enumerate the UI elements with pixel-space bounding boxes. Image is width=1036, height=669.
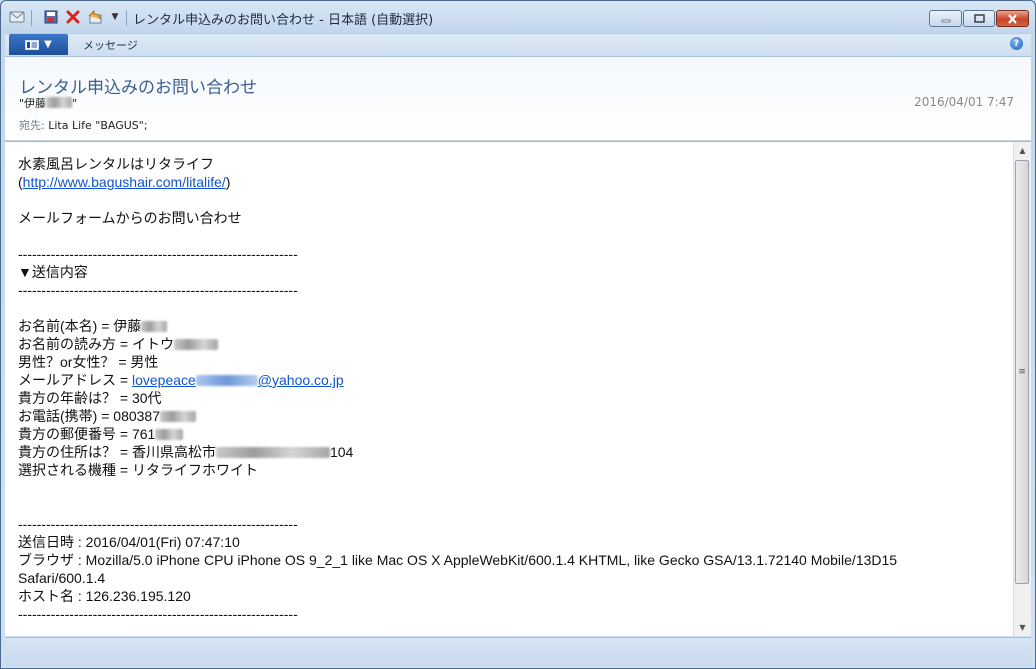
section-title: ▼送信内容	[18, 264, 88, 280]
redacted-text	[141, 321, 168, 332]
maximize-button[interactable]	[963, 10, 995, 27]
message-header: レンタル申込みのお問い合わせ "伊藤 " 2016/04/01 7:47 宛先: …	[5, 57, 1031, 141]
sender[interactable]: "伊藤 "	[19, 95, 77, 111]
chevron-down-icon: ▼	[44, 39, 52, 50]
mail-window: ▼ レンタル申込みのお問い合わせ - 日本語 (自動選択) ▼ メッセージ ? …	[0, 0, 1036, 669]
rule-line: ----------------------------------------…	[18, 606, 298, 622]
sender-suffix: "	[72, 97, 78, 110]
sender-prefix: "伊藤	[19, 97, 47, 110]
vertical-scrollbar[interactable]: ▲ ≡ ▼	[1013, 142, 1031, 636]
browser-line-2: Safari/600.1.4	[18, 570, 106, 586]
address-line: 貴方の住所は？ = 香川県高松市 104	[18, 443, 1003, 461]
redacted-text	[173, 339, 218, 350]
scroll-thumb[interactable]: ≡	[1015, 160, 1029, 584]
email-label: メールアドレス =	[18, 372, 132, 388]
age-line: 貴方の年齢は？ = 30代	[18, 390, 162, 406]
phone-text: お電話(携帯) = 080387	[18, 408, 160, 424]
zip-line: 貴方の郵便番号 = 761	[18, 425, 1003, 443]
email-link[interactable]: lovepeace @yahoo.co.jp	[132, 372, 344, 388]
to-value[interactable]: Lita Life "BAGUS";	[48, 119, 147, 132]
paren-close: )	[225, 174, 231, 190]
name-text: お名前(本名) = 伊藤	[18, 318, 142, 334]
reading-text: お名前の読み方 = イトウ	[18, 336, 174, 352]
link-line: (http://www.bagushair.com/litalife/)	[18, 173, 1003, 191]
scroll-down-arrow-icon[interactable]: ▼	[1014, 619, 1031, 636]
redacted-text	[155, 429, 184, 440]
browser-line: ブラウザ : Mozilla/5.0 iPhone CPU iPhone OS …	[18, 552, 898, 568]
title-bar: ▼ レンタル申込みのお問い合わせ - 日本語 (自動選択)	[1, 1, 1035, 33]
close-button[interactable]	[996, 10, 1029, 27]
address-text: 貴方の住所は？ = 香川県高松市	[18, 444, 216, 460]
reading-line: お名前の読み方 = イトウ	[18, 335, 1003, 353]
intro-line: 水素風呂レンタルはリタライフ	[18, 156, 214, 172]
message-body[interactable]: 水素風呂レンタルはリタライフ (http://www.bagushair.com…	[5, 141, 1031, 636]
quick-access-separator	[31, 10, 32, 26]
rule-line: ----------------------------------------…	[18, 516, 298, 532]
rule-line: ----------------------------------------…	[18, 246, 298, 262]
message-text: 水素風呂レンタルはリタライフ (http://www.bagushair.com…	[18, 155, 1003, 623]
app-menu-button[interactable]: ▼	[9, 34, 68, 55]
redacted-text	[160, 411, 196, 422]
address-suffix: 104	[329, 444, 354, 460]
host-line: ホスト名 : 126.236.195.120	[18, 588, 191, 604]
save-icon[interactable]	[43, 9, 59, 25]
mail-envelope-icon	[9, 9, 25, 25]
rule-line: ----------------------------------------…	[18, 282, 298, 298]
gender-line: 男性？or女性？ = 男性	[18, 354, 159, 370]
to-label: 宛先:	[19, 119, 45, 132]
email-suffix: @yahoo.co.jp	[257, 372, 344, 388]
tab-message[interactable]: メッセージ	[83, 37, 138, 53]
model-line: 選択される機種 = リタライフホワイト	[18, 462, 258, 478]
reply-icon[interactable]	[87, 9, 103, 25]
delete-icon[interactable]	[65, 9, 81, 25]
redacted-text	[195, 375, 258, 386]
ribbon-bar: ▼ メッセージ ?	[5, 33, 1031, 57]
sent-at-line: 送信日時 : 2016/04/01(Fri) 07:47:10	[18, 534, 240, 550]
recipient: 宛先: Lita Life "BAGUS";	[19, 117, 148, 133]
minimize-button[interactable]	[929, 10, 962, 27]
name-line: お名前(本名) = 伊藤	[18, 317, 1003, 335]
scroll-up-arrow-icon[interactable]: ▲	[1014, 142, 1031, 159]
litalife-link[interactable]: http://www.bagushair.com/litalife/	[23, 174, 226, 190]
email-prefix: lovepeace	[131, 372, 196, 388]
email-line: メールアドレス = lovepeace @yahoo.co.jp	[18, 371, 1003, 389]
form-line: メールフォームからのお問い合わせ	[18, 210, 242, 226]
title-separator	[126, 10, 127, 26]
app-menu-icon	[25, 39, 40, 50]
window-title: レンタル申込みのお問い合わせ - 日本語 (自動選択)	[133, 13, 434, 28]
phone-line: お電話(携帯) = 080387	[18, 407, 1003, 425]
help-icon[interactable]: ?	[1010, 37, 1023, 50]
message-date: 2016/04/01 7:47	[914, 95, 1014, 109]
status-bar	[5, 637, 1031, 666]
redacted-text	[215, 447, 330, 458]
zip-text: 貴方の郵便番号 = 761	[18, 426, 156, 442]
customize-quick-access-icon[interactable]: ▼	[107, 9, 123, 25]
redacted-text	[46, 97, 73, 108]
